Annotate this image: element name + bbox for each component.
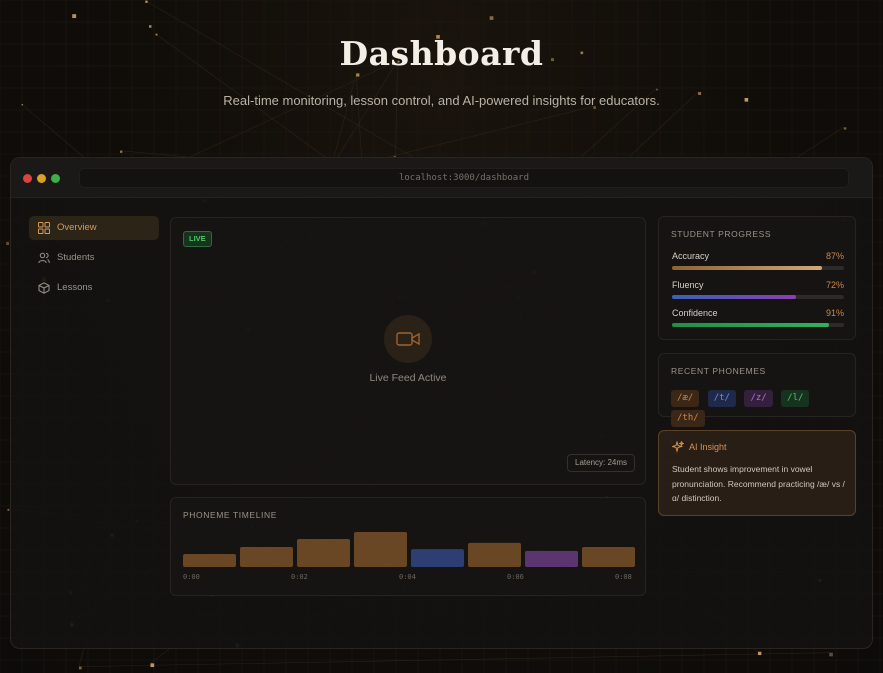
timeline-segment xyxy=(240,547,293,567)
timeline-segment xyxy=(411,549,464,567)
sidebar-item-overview[interactable]: Overview xyxy=(29,216,159,240)
sidebar: Overview Students Lessons xyxy=(29,216,159,306)
timeline-tick: 0:06 xyxy=(507,573,524,581)
sidebar-item-label: Students xyxy=(57,252,95,263)
video-camera-icon xyxy=(396,332,420,346)
metric-label: Fluency xyxy=(672,280,704,290)
timeline-segment xyxy=(468,542,521,567)
student-progress-panel: STUDENT PROGRESS Accuracy 87% Fluency 72… xyxy=(658,216,856,340)
metric-value: 91% xyxy=(825,308,844,318)
insight-header: AI Insight xyxy=(672,441,727,453)
phoneme-chip[interactable]: /æ/ xyxy=(671,390,700,407)
timeline-tick: 0:00 xyxy=(183,573,200,581)
progress-track xyxy=(672,266,844,270)
live-badge: LIVE xyxy=(183,231,212,247)
phoneme-chip[interactable]: /th/ xyxy=(671,410,705,427)
maximize-window-button[interactable] xyxy=(51,174,60,183)
sidebar-item-label: Overview xyxy=(57,222,97,233)
live-feed-status: Live Feed Active xyxy=(369,372,447,384)
recent-phonemes-panel: RECENT PHONEMES /æ/ /t/ /z/ /l/ /th/ xyxy=(658,353,856,427)
accuracy-progress-bar xyxy=(672,266,822,270)
progress-title: STUDENT PROGRESS xyxy=(671,229,772,239)
timeline-segment xyxy=(582,547,635,567)
phoneme-chip[interactable]: /z/ xyxy=(744,390,773,407)
sidebar-item-label: Lessons xyxy=(57,282,93,293)
timeline-tick: 0:02 xyxy=(291,573,308,581)
users-icon xyxy=(38,252,50,264)
metric-value: 87% xyxy=(825,251,844,261)
timeline-segment xyxy=(183,554,236,567)
browser-window: localhost:3000/dashboard Overview Studen… xyxy=(10,157,873,649)
metric-label: Confidence xyxy=(672,308,718,318)
timeline-segment xyxy=(354,532,407,567)
sparkle-icon xyxy=(672,441,684,453)
latency-badge: Latency: 24ms xyxy=(567,454,636,472)
phoneme-chip[interactable]: /t/ xyxy=(707,390,736,407)
metric-value: 72% xyxy=(825,280,844,290)
window-titlebar: localhost:3000/dashboard xyxy=(11,158,872,198)
insight-title: AI Insight xyxy=(689,442,727,452)
phoneme-chip-list: /æ/ /t/ /z/ /l/ /th/ xyxy=(671,387,855,427)
ai-insight-panel: AI Insight Student shows improvement in … xyxy=(658,430,856,516)
sidebar-item-students[interactable]: Students xyxy=(29,246,159,270)
phonemes-title: RECENT PHONEMES xyxy=(671,366,766,376)
confidence-progress-bar xyxy=(672,323,829,327)
box-icon xyxy=(38,282,50,294)
metric-label: Accuracy xyxy=(672,251,710,261)
address-bar[interactable]: localhost:3000/dashboard xyxy=(79,168,849,188)
timeline-segment xyxy=(297,539,350,567)
timeline-segment xyxy=(525,550,578,567)
progress-track xyxy=(672,295,844,299)
phoneme-chip[interactable]: /l/ xyxy=(781,390,810,407)
camera-button[interactable] xyxy=(384,315,432,363)
page-subtitle: Real-time monitoring, lesson control, an… xyxy=(223,93,660,108)
insight-text: Student shows improvement in vowel pronu… xyxy=(672,464,845,503)
fluency-progress-bar xyxy=(672,295,796,299)
progress-track xyxy=(672,323,844,327)
timeline-tick: 0:08 xyxy=(615,573,632,581)
timeline-tick: 0:04 xyxy=(399,573,416,581)
grid-icon xyxy=(38,222,50,234)
timeline-title: PHONEME TIMELINE xyxy=(183,510,277,520)
page-title: Dashboard xyxy=(339,34,544,73)
close-window-button[interactable] xyxy=(23,174,32,183)
minimize-window-button[interactable] xyxy=(37,174,46,183)
live-video-panel[interactable]: LIVE Live Feed Active Latency: 24ms xyxy=(170,217,646,485)
phoneme-timeline-panel: PHONEME TIMELINE 0:00 0:02 0:04 0:06 0:0… xyxy=(170,497,646,596)
sidebar-item-lessons[interactable]: Lessons xyxy=(29,276,159,300)
